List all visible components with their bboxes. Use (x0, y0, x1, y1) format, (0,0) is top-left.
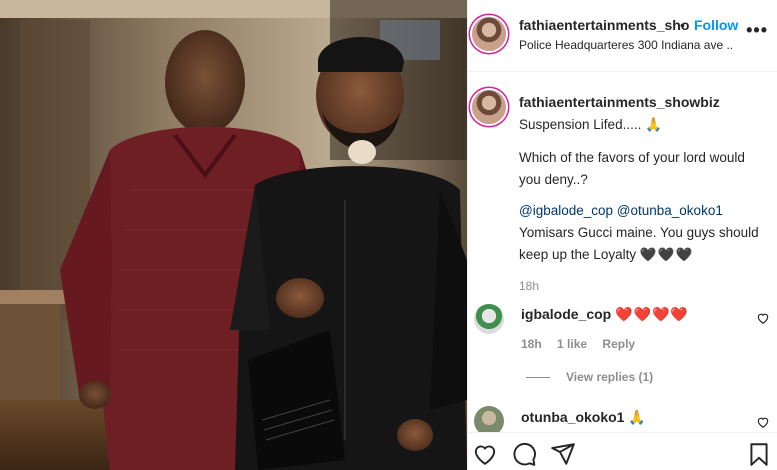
follow-button[interactable]: Follow (694, 17, 738, 33)
post-side-panel: fathiaentertainments_sho • Follow Police… (467, 0, 777, 470)
caption-text: Suspension Lifed..... (519, 117, 642, 132)
black-heart-emojis: 🖤🖤🖤 (639, 247, 694, 262)
more-options-icon[interactable]: ••• (746, 20, 768, 41)
view-replies-label: View replies (1) (566, 370, 654, 384)
post-header: fathiaentertainments_sho • Follow Police… (468, 0, 777, 72)
caption-line: keep up the Loyalty 🖤🖤🖤 (519, 247, 693, 263)
caption-text: keep up the Loyalty (519, 247, 637, 262)
caption-mentions: @igbalode_cop @otunba_okoko1 (519, 203, 723, 218)
caption-author-username[interactable]: fathiaentertainments_showbiz (519, 94, 720, 110)
caption-text: Which of the favors of your lord would (519, 150, 745, 165)
pray-emoji: 🙏 (645, 117, 662, 132)
comment-like-icon[interactable] (756, 311, 770, 325)
caption-text: you deny..? (519, 172, 588, 187)
post-location[interactable]: Police Headquarteres 300 Indiana ave ... (519, 38, 734, 52)
mention-link[interactable]: @igbalode_cop (519, 203, 613, 218)
reply-button[interactable]: Reply (602, 337, 635, 351)
separator-dot: • (680, 17, 685, 33)
comment-text: 🙏 (628, 409, 646, 425)
author-username[interactable]: fathiaentertainments_sho (519, 17, 689, 33)
commenter-username: otunba_okoko1 🙏 (521, 409, 646, 426)
comment-like-icon[interactable] (756, 415, 770, 429)
view-replies-button[interactable]: View replies (1) (526, 370, 653, 384)
comment-timestamp[interactable]: 18h (521, 337, 542, 351)
caption-timestamp[interactable]: 18h (519, 279, 539, 293)
caption-text: Yomisars Gucci maine. You guys should (519, 225, 759, 240)
caption-author-avatar[interactable] (472, 90, 506, 124)
commenter-avatar[interactable] (474, 304, 504, 334)
comment-icon[interactable] (511, 441, 537, 467)
commenter-username: igbalode_cop ❤️❤️❤️❤️ (521, 306, 689, 323)
mention-link[interactable]: @otunba_okoko1 (617, 203, 723, 218)
replies-divider (526, 377, 550, 379)
commenter-username-link[interactable]: igbalode_cop (521, 306, 611, 322)
share-icon[interactable] (550, 441, 576, 467)
caption-line: Suspension Lifed..... 🙏 (519, 117, 662, 133)
post-action-bar (468, 432, 777, 470)
comment-text: ❤️❤️❤️❤️ (615, 306, 689, 322)
author-avatar[interactable] (472, 17, 506, 51)
bookmark-icon[interactable] (746, 441, 772, 467)
commenter-username-link[interactable]: otunba_okoko1 (521, 409, 624, 425)
post-photo (0, 0, 467, 470)
heart-icon[interactable] (472, 441, 498, 467)
comment-meta: 18h 1 like Reply (521, 337, 647, 351)
comment-likes[interactable]: 1 like (557, 337, 587, 351)
post-image (0, 0, 467, 470)
